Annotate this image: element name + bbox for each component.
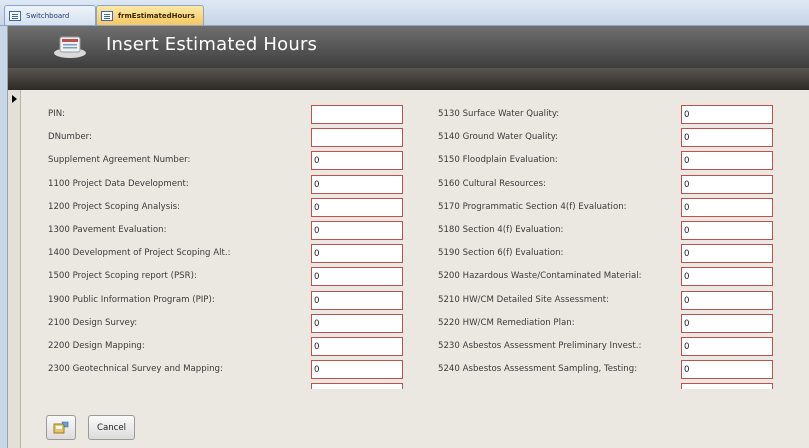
- form-field-row: 1200 Project Scoping Analysis: 0: [48, 198, 403, 218]
- form-icon: [9, 10, 21, 21]
- save-button[interactable]: [46, 415, 76, 440]
- form-field-row: 2100 Design Survey: 0: [48, 314, 403, 334]
- field-input[interactable]: 0: [681, 244, 773, 263]
- field-input[interactable]: 0: [311, 221, 403, 240]
- field-input[interactable]: [311, 128, 403, 147]
- field-input[interactable]: 0: [681, 291, 773, 310]
- form-field-row: 5200 Hazardous Waste/Contaminated Materi…: [438, 267, 773, 287]
- form-field-row: Supplement Agreement Number: 0: [48, 151, 403, 171]
- field-label: 1300 Pavement Evaluation:: [48, 225, 167, 235]
- field-label: 1900 Public Information Program (PIP):: [48, 295, 215, 305]
- field-label: 5150 Floodplain Evaluation:: [438, 155, 558, 165]
- field-input[interactable]: 0: [681, 267, 773, 286]
- field-input[interactable]: 0: [681, 175, 773, 194]
- form-field-row: 5170 Programmatic Section 4(f) Evaluatio…: [438, 198, 773, 218]
- tab-label: Switchboard: [26, 11, 70, 20]
- form-header: Insert Estimated Hours: [8, 26, 809, 68]
- field-label: 5190 Section 6(f) Evaluation:: [438, 248, 564, 258]
- field-input[interactable]: 0: [311, 175, 403, 194]
- field-label: 1100 Project Data Development:: [48, 179, 189, 189]
- form-field-row: 5140 Ground Water Quality: 0: [438, 128, 773, 148]
- form-field-row: 1100 Project Data Development: 0: [48, 175, 403, 195]
- field-input[interactable]: 0: [311, 151, 403, 170]
- form-field-row: DNumber:: [48, 128, 403, 148]
- field-input[interactable]: 0: [311, 244, 403, 263]
- form-field-row: 1300 Pavement Evaluation: 0: [48, 221, 403, 241]
- field-input[interactable]: 0: [311, 337, 403, 356]
- field-label: 5220 HW/CM Remediation Plan:: [438, 318, 575, 328]
- field-label: 5210 HW/CM Detailed Site Assessment:: [438, 295, 610, 305]
- field-label: PIN:: [48, 109, 66, 119]
- field-label: 1400 Development of Project Scoping Alt.…: [48, 248, 231, 258]
- form-field-row: 1900 Public Information Program (PIP): 0: [48, 291, 403, 311]
- form-logo-icon: [54, 36, 86, 58]
- field-label: 5140 Ground Water Quality:: [438, 132, 559, 142]
- field-label: 5230 Asbestos Assessment Preliminary Inv…: [438, 341, 642, 351]
- field-label: 1200 Project Scoping Analysis:: [48, 202, 180, 212]
- field-input[interactable]: 0: [681, 128, 773, 147]
- field-label: 5240 Asbestos Assessment Sampling, Testi…: [438, 364, 638, 374]
- tab-frm-estimated-hours[interactable]: frmEstimatedHours: [96, 5, 204, 25]
- current-record-arrow-icon: [12, 95, 17, 103]
- field-input[interactable]: 0: [311, 314, 403, 333]
- field-input[interactable]: 0: [681, 314, 773, 333]
- document-tab-bar: Switchboard frmEstimatedHours: [0, 0, 809, 26]
- field-label: Supplement Agreement Number:: [48, 155, 191, 165]
- field-input[interactable]: 0: [681, 151, 773, 170]
- field-label: 1500 Project Scoping report (PSR):: [48, 271, 197, 281]
- field-label: DNumber:: [48, 132, 92, 142]
- field-input[interactable]: 0: [681, 198, 773, 217]
- field-label: 5160 Cultural Resources:: [438, 179, 546, 189]
- header-band: [8, 68, 809, 90]
- field-input[interactable]: 0: [681, 221, 773, 240]
- field-input[interactable]: 0: [311, 267, 403, 286]
- form-field-row: 5190 Section 6(f) Evaluation: 0: [438, 244, 773, 264]
- form-title: Insert Estimated Hours: [106, 34, 318, 55]
- field-label: 5200 Hazardous Waste/Contaminated Materi…: [438, 271, 642, 281]
- form-field-row: 5130 Surface Water Quality: 0: [438, 105, 773, 125]
- field-input[interactable]: 0: [681, 360, 773, 379]
- estimated-hours-form: Insert Estimated Hours PIN: DNumber: Suppl…: [7, 26, 809, 448]
- field-label: 2100 Design Survey:: [48, 318, 138, 328]
- form-field-row: 2200 Design Mapping: 0: [48, 337, 403, 357]
- partially-visible-field: [311, 383, 403, 389]
- form-field-row: 1400 Development of Project Scoping Alt.…: [48, 244, 403, 264]
- save-record-icon: [53, 421, 69, 433]
- field-input[interactable]: 0: [681, 337, 773, 356]
- field-input[interactable]: 0: [311, 198, 403, 217]
- form-field-row: PIN:: [48, 105, 403, 125]
- form-field-row: 5150 Floodplain Evaluation: 0: [438, 151, 773, 171]
- field-label: 5170 Programmatic Section 4(f) Evaluatio…: [438, 202, 627, 212]
- partially-visible-field: [681, 383, 773, 389]
- form-field-row: 5220 HW/CM Remediation Plan: 0: [438, 314, 773, 334]
- form-field-row: 5160 Cultural Resources: 0: [438, 175, 773, 195]
- form-field-row: 2300 Geotechnical Survey and Mapping: 0: [48, 360, 403, 380]
- form-field-row: 5230 Asbestos Assessment Preliminary Inv…: [438, 337, 773, 357]
- form-field-row: 5240 Asbestos Assessment Sampling, Testi…: [438, 360, 773, 380]
- field-input[interactable]: 0: [311, 291, 403, 310]
- record-selector[interactable]: [8, 90, 21, 448]
- field-label: 5180 Section 4(f) Evaluation:: [438, 225, 564, 235]
- form-icon: [101, 10, 113, 21]
- field-label: 2300 Geotechnical Survey and Mapping:: [48, 364, 223, 374]
- cancel-button[interactable]: Cancel: [88, 415, 135, 440]
- field-input[interactable]: [311, 105, 403, 124]
- form-field-row: 5180 Section 4(f) Evaluation: 0: [438, 221, 773, 241]
- form-field-row: 1500 Project Scoping report (PSR): 0: [48, 267, 403, 287]
- field-label: 2200 Design Mapping:: [48, 341, 145, 351]
- field-label: 5130 Surface Water Quality:: [438, 109, 560, 119]
- field-input[interactable]: 0: [681, 105, 773, 124]
- form-field-row: 5210 HW/CM Detailed Site Assessment: 0: [438, 291, 773, 311]
- tab-switchboard[interactable]: Switchboard: [4, 5, 96, 25]
- field-input[interactable]: 0: [311, 360, 403, 379]
- tab-label: frmEstimatedHours: [118, 11, 195, 20]
